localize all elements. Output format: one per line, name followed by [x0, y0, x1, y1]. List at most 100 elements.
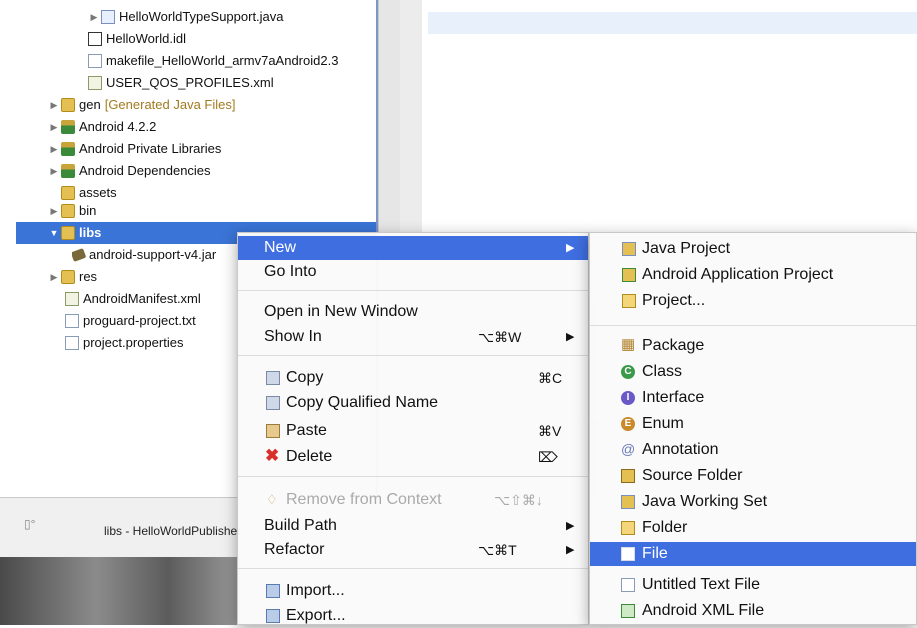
- android-project-icon: [622, 268, 636, 282]
- tree-item-label: Android 4.2.2: [79, 119, 157, 134]
- menu-item-label: Source Folder: [642, 467, 743, 484]
- tree-item-android-private-libraries[interactable]: ▶ Android Private Libraries: [48, 138, 221, 160]
- collapse-arrow-icon[interactable]: ▼: [48, 222, 60, 244]
- menu-item-delete[interactable]: ✖ Delete ⌦: [238, 445, 588, 469]
- folder-icon: [61, 186, 75, 200]
- paste-icon: [266, 424, 280, 438]
- menu-item-label: Import...: [286, 582, 345, 599]
- tree-item-label: android-support-v4.jar: [89, 247, 217, 262]
- tree-item-proguard[interactable]: proguard-project.txt: [65, 310, 196, 332]
- menu-separator: [238, 476, 588, 477]
- menu-shortcut: ⌦: [538, 449, 558, 465]
- menu-item-label: Android Application Project: [642, 266, 834, 283]
- menu-item-export[interactable]: Export...: [238, 604, 588, 628]
- tree-item-android-422[interactable]: ▶ Android 4.2.2: [48, 116, 156, 138]
- library-icon: [61, 120, 75, 134]
- menu-item-import[interactable]: Import...: [238, 579, 588, 603]
- menu-item-label: Go Into: [264, 263, 317, 280]
- tree-item-androidmanifest[interactable]: AndroidManifest.xml: [65, 288, 201, 310]
- manifest-icon: [65, 292, 79, 306]
- properties-file-icon: [65, 336, 79, 350]
- enum-icon: E: [621, 417, 635, 431]
- menu-item-refactor[interactable]: Refactor ⌥⌘T ▶: [238, 538, 588, 562]
- menu-item-label: New: [264, 239, 297, 256]
- folder-icon: [61, 98, 75, 112]
- library-icon: [61, 164, 75, 178]
- submenu-item-file[interactable]: File: [590, 542, 916, 566]
- folder-icon: [61, 270, 75, 284]
- menu-item-show-in[interactable]: Show In ⌥⌘W ▶: [238, 325, 588, 349]
- expand-arrow-icon[interactable]: ▶: [48, 200, 60, 222]
- menu-item-label: File: [642, 545, 668, 562]
- expand-arrow-icon[interactable]: ▶: [48, 94, 60, 116]
- tree-item-res[interactable]: ▶ res: [48, 266, 97, 288]
- menu-item-label: Copy: [286, 369, 324, 386]
- menu-item-copy-qualified-name[interactable]: Copy Qualified Name: [238, 391, 588, 415]
- submenu-item-folder[interactable]: Folder: [590, 516, 916, 540]
- submenu-item-package[interactable]: ▦ Package: [590, 334, 916, 358]
- menu-item-open-in-new-window[interactable]: Open in New Window: [238, 300, 588, 324]
- submenu-item-interface[interactable]: I Interface: [590, 386, 916, 410]
- menu-shortcut: ⌥⌘T: [478, 542, 517, 558]
- submenu-item-android-xml-file[interactable]: Android XML File: [590, 599, 916, 623]
- menu-item-build-path[interactable]: Build Path ▶: [238, 514, 588, 538]
- tree-item-makefile[interactable]: makefile_HelloWorld_armv7aAndroid2.3: [88, 50, 338, 72]
- text-file-icon: [65, 314, 79, 328]
- submenu-item-source-folder[interactable]: Source Folder: [590, 464, 916, 488]
- tree-item-label: Android Dependencies: [79, 163, 211, 178]
- menu-item-label: Folder: [642, 519, 688, 536]
- untitled-text-file-icon: [621, 578, 635, 592]
- delete-icon: ✖: [265, 446, 280, 465]
- xml-file-icon: [88, 76, 102, 90]
- text-file-icon: [88, 54, 102, 68]
- tree-item-helloworld-idl[interactable]: HelloWorld.idl: [88, 28, 186, 50]
- submenu-item-project[interactable]: Project...: [590, 289, 916, 313]
- menu-item-label: Paste: [286, 422, 327, 439]
- submenu-item-java-working-set[interactable]: Java Working Set: [590, 490, 916, 514]
- copy-icon: [266, 371, 280, 385]
- menu-item-new[interactable]: New ▶: [238, 236, 588, 260]
- java-file-icon: [101, 10, 115, 24]
- tree-item-label: proguard-project.txt: [83, 313, 196, 328]
- menu-shortcut: ⌘C: [538, 370, 563, 386]
- status-text: libs - HelloWorldPublisher: [104, 524, 242, 538]
- submenu-item-android-application-project[interactable]: Android Application Project: [590, 263, 916, 287]
- submenu-item-class[interactable]: C Class: [590, 360, 916, 384]
- menu-item-label: Build Path: [264, 517, 337, 534]
- package-icon: ▦: [621, 336, 636, 353]
- tree-item-label: bin: [79, 203, 97, 218]
- tree-item-libs[interactable]: ▼ libs: [48, 222, 101, 244]
- menu-shortcut: ⌘V: [538, 423, 562, 439]
- annotation-icon: @: [621, 441, 636, 457]
- submenu-item-java-project[interactable]: Java Project: [590, 237, 916, 261]
- tree-item-label: makefile_HelloWorld_armv7aAndroid2.3: [106, 53, 339, 68]
- jar-icon: [72, 248, 87, 262]
- tree-item-user-qos-profiles[interactable]: USER_QOS_PROFILES.xml: [88, 72, 274, 94]
- submenu-item-enum[interactable]: E Enum: [590, 412, 916, 436]
- new-submenu: Java Project Android Application Project…: [589, 232, 917, 625]
- menu-item-paste[interactable]: Paste ⌘V: [238, 419, 588, 443]
- expand-arrow-icon[interactable]: ▶: [48, 138, 60, 160]
- submenu-arrow-icon: ▶: [566, 520, 575, 532]
- menu-item-go-into[interactable]: Go Into: [238, 260, 588, 284]
- tree-item-android-support-jar[interactable]: android-support-v4.jar: [72, 244, 236, 266]
- desktop-background: [0, 557, 240, 625]
- menu-separator: [238, 355, 588, 356]
- menu-item-label: Remove from Context: [286, 491, 442, 508]
- tree-item-bin[interactable]: ▶ bin: [48, 200, 96, 222]
- tree-item-project-properties[interactable]: project.properties: [65, 332, 183, 354]
- menu-item-copy[interactable]: Copy ⌘C: [238, 366, 588, 390]
- submenu-item-untitled-text-file[interactable]: Untitled Text File: [590, 573, 916, 597]
- submenu-arrow-icon: ▶: [566, 331, 575, 343]
- submenu-item-annotation[interactable]: @ Annotation: [590, 438, 916, 462]
- menu-separator: [590, 325, 916, 326]
- tree-item-android-dependencies[interactable]: ▶ Android Dependencies: [48, 160, 211, 182]
- menu-item-label: Package: [642, 337, 705, 354]
- copy-qualified-icon: [266, 396, 280, 410]
- expand-arrow-icon[interactable]: ▶: [48, 266, 60, 288]
- expand-arrow-icon[interactable]: ▶: [88, 6, 100, 28]
- expand-arrow-icon[interactable]: ▶: [48, 116, 60, 138]
- tree-item-gen[interactable]: ▶ gen [Generated Java Files]: [48, 94, 236, 116]
- expand-arrow-icon[interactable]: ▶: [48, 160, 60, 182]
- tree-item-helloworldtypesupport[interactable]: ▶ HelloWorldTypeSupport.java: [88, 6, 284, 28]
